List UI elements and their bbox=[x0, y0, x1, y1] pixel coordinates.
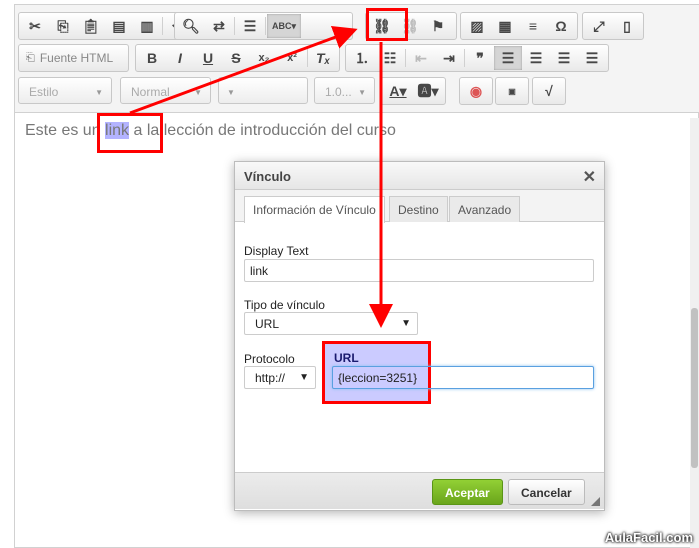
arrow-to-link-button bbox=[129, 25, 358, 115]
watermark: AulaFacil.com bbox=[604, 530, 693, 545]
annotation-arrows bbox=[129, 25, 393, 328]
